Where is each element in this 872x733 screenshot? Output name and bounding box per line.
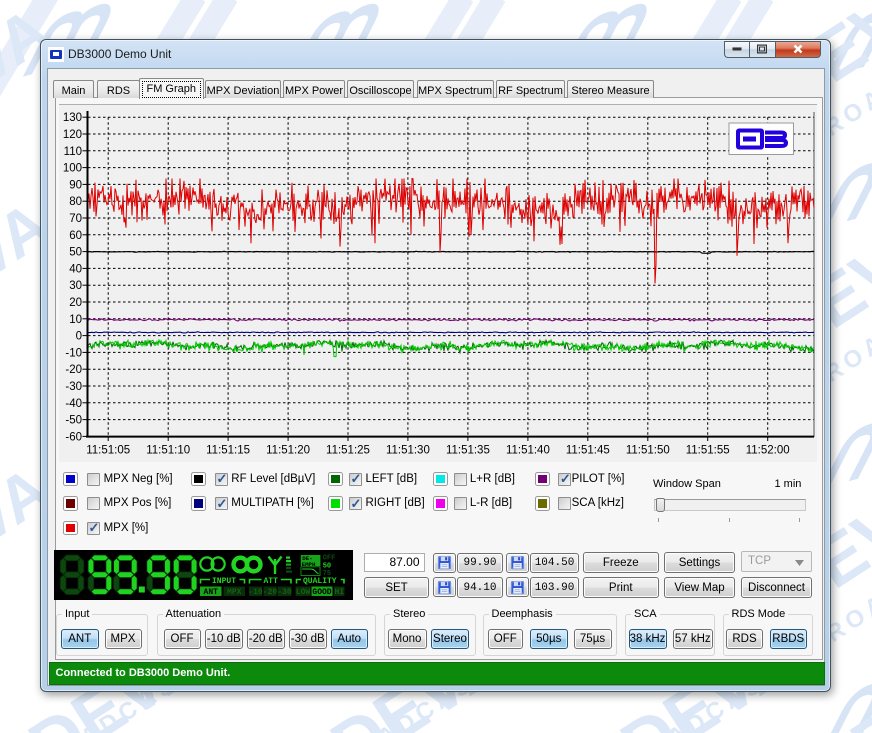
svg-text:70: 70 [69, 213, 82, 225]
svg-text:100: 100 [63, 163, 82, 175]
svg-text:11:51:35: 11:51:35 [446, 445, 490, 457]
svg-text:ATT: ATT [264, 577, 279, 586]
svg-text:11:51:55: 11:51:55 [686, 445, 730, 457]
svg-text:-20: -20 [263, 588, 278, 597]
svg-text:40: 40 [69, 263, 82, 275]
svg-text:11:51:15: 11:51:15 [206, 445, 250, 457]
svg-text:GOOD: GOOD [312, 588, 331, 597]
svg-text:0: 0 [76, 331, 82, 343]
svg-text:20: 20 [69, 297, 82, 309]
svg-text:HI: HI [334, 588, 344, 597]
svg-text:11:52:00: 11:52:00 [746, 445, 790, 457]
svg-text:11:51:10: 11:51:10 [146, 445, 190, 457]
svg-text:INPUT: INPUT [212, 577, 236, 586]
svg-text:-40: -40 [65, 398, 82, 410]
svg-text:-50: -50 [65, 415, 82, 427]
svg-text:LOW: LOW [296, 588, 311, 597]
svg-text:60: 60 [69, 230, 82, 242]
svg-text:11:51:20: 11:51:20 [266, 445, 310, 457]
svg-text:-10: -10 [248, 588, 263, 597]
svg-text:11:51:25: 11:51:25 [326, 445, 370, 457]
svg-text:-30: -30 [65, 381, 82, 393]
svg-text:11:51:40: 11:51:40 [506, 445, 550, 457]
svg-text:11:51:45: 11:51:45 [566, 445, 610, 457]
svg-text:50: 50 [69, 247, 82, 259]
svg-text:11:51:05: 11:51:05 [86, 445, 130, 457]
svg-text:OFF: OFF [323, 555, 336, 563]
svg-text:MPX: MPX [227, 588, 242, 597]
svg-text:10: 10 [69, 314, 82, 326]
svg-text:11:51:50: 11:51:50 [626, 445, 670, 457]
svg-text:-10: -10 [65, 347, 82, 359]
svg-text:120: 120 [63, 129, 82, 141]
svg-text:QUALITY: QUALITY [303, 577, 337, 586]
svg-text:-30: -30 [277, 588, 292, 597]
svg-text:11:51:30: 11:51:30 [386, 445, 430, 457]
svg-text:90: 90 [69, 179, 82, 191]
svg-text:-60: -60 [65, 431, 82, 443]
svg-text:-20: -20 [65, 364, 82, 376]
svg-text:30: 30 [69, 280, 82, 292]
svg-text:130: 130 [63, 112, 82, 124]
svg-text:110: 110 [64, 146, 82, 158]
svg-text:80: 80 [69, 196, 82, 208]
svg-text:ANT: ANT [204, 588, 219, 597]
